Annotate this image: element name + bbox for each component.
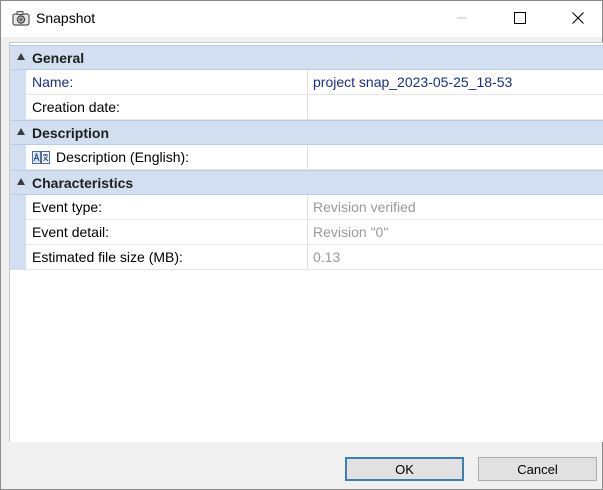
property-row-description[interactable]: Description (English): [10, 145, 603, 170]
column-divider [307, 220, 308, 244]
snapshot-dialog: Snapshot General Name: project snap_2023… [0, 0, 603, 490]
property-row-creation-date[interactable]: Creation date: [10, 95, 603, 120]
language-icon [32, 151, 50, 164]
row-gutter [10, 195, 26, 220]
collapse-triangle-icon[interactable] [17, 53, 25, 60]
event-type-value: Revision verified [313, 199, 416, 215]
category-description[interactable]: Description [10, 120, 603, 145]
category-label: Characteristics [32, 175, 134, 191]
property-row-event-detail[interactable]: Event detail: Revision "0" [10, 220, 603, 245]
row-gutter [10, 70, 26, 95]
category-label: Description [32, 125, 110, 141]
property-grid: General Name: project snap_2023-05-25_18… [9, 42, 603, 442]
category-label: General [32, 50, 85, 66]
minimize-icon [457, 17, 467, 19]
column-divider [307, 145, 308, 169]
name-value[interactable]: project snap_2023-05-25_18-53 [313, 74, 512, 90]
description-label: Description (English): [56, 149, 190, 165]
creation-date-label: Creation date: [32, 99, 120, 115]
maximize-icon [514, 12, 526, 24]
category-characteristics[interactable]: Characteristics [10, 170, 603, 195]
collapse-triangle-icon[interactable] [17, 178, 25, 185]
row-gutter [10, 95, 26, 120]
row-gutter [10, 145, 26, 170]
minimize-button[interactable] [439, 1, 485, 35]
column-divider [307, 95, 308, 119]
event-detail-value: Revision "0" [313, 224, 389, 240]
camera-icon [12, 10, 30, 26]
event-type-label: Event type: [32, 199, 103, 215]
column-divider [307, 70, 308, 94]
event-detail-label: Event detail: [32, 224, 110, 240]
ok-button[interactable]: OK [345, 457, 464, 481]
column-divider [307, 245, 308, 269]
property-row-name[interactable]: Name: project snap_2023-05-25_18-53 [10, 70, 603, 95]
property-row-file-size[interactable]: Estimated file size (MB): 0.13 [10, 245, 603, 270]
description-label-wrap: Description (English): [32, 149, 189, 165]
column-divider [307, 195, 308, 219]
name-label: Name: [32, 74, 74, 90]
maximize-button[interactable] [497, 1, 543, 35]
property-row-event-type[interactable]: Event type: Revision verified [10, 195, 603, 220]
file-size-value: 0.13 [313, 249, 341, 265]
row-gutter [10, 245, 26, 270]
window-title: Snapshot [36, 10, 96, 26]
collapse-triangle-icon[interactable] [17, 128, 25, 135]
file-size-label: Estimated file size (MB): [32, 249, 183, 265]
cancel-button[interactable]: Cancel [478, 457, 597, 481]
close-button[interactable] [555, 1, 601, 35]
title-bar: Snapshot [1, 1, 602, 37]
category-general[interactable]: General [10, 45, 603, 70]
row-gutter [10, 220, 26, 245]
close-icon [572, 12, 584, 24]
